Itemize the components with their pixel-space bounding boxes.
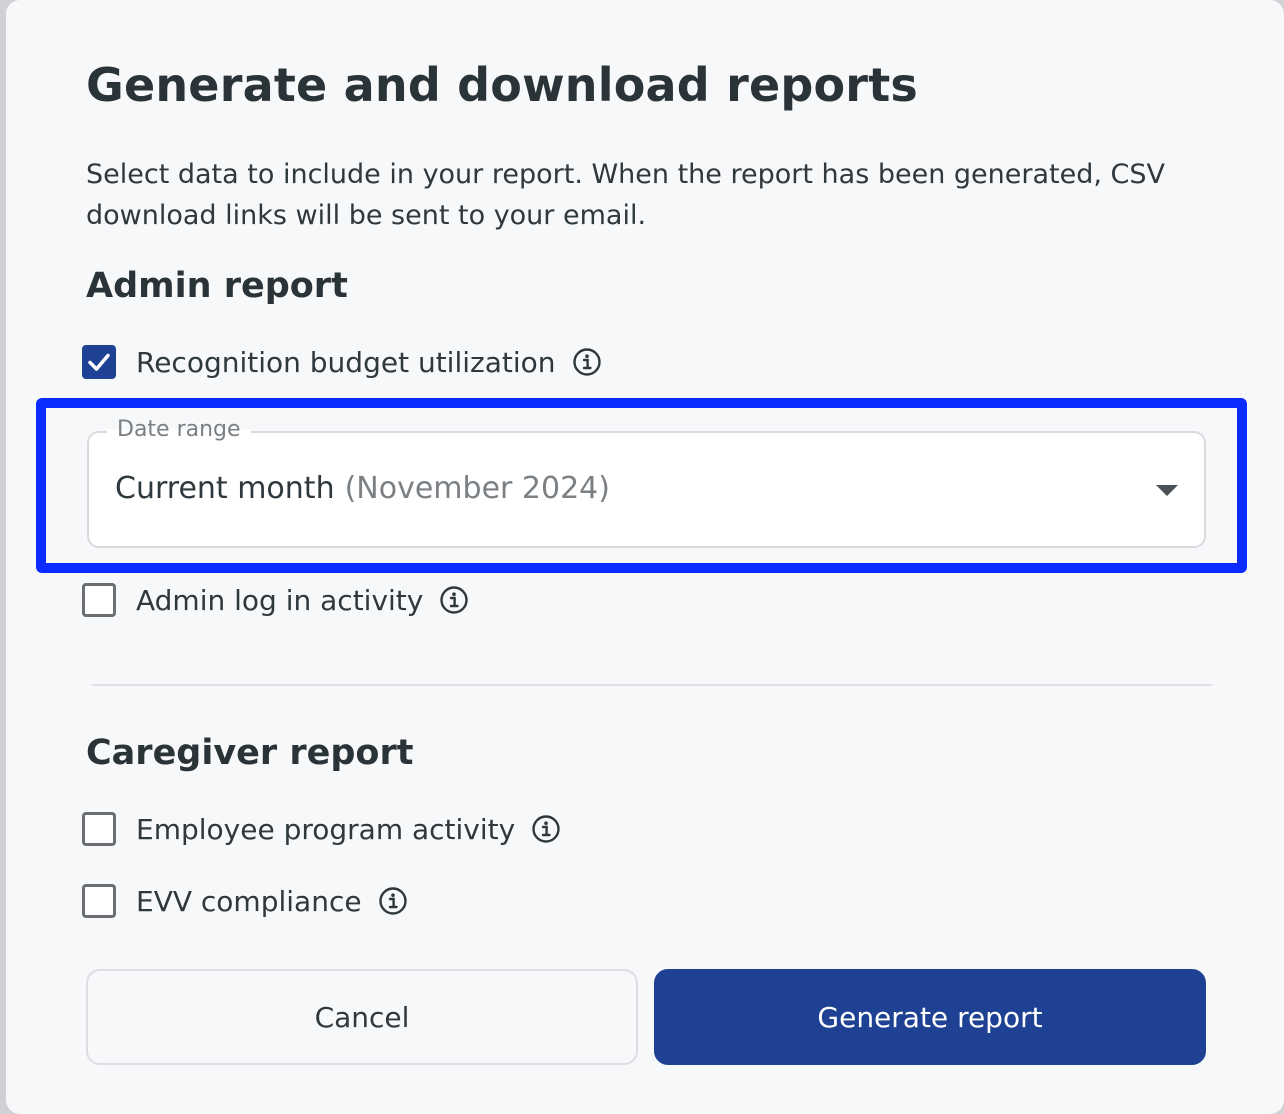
info-icon[interactable]: [439, 585, 469, 615]
date-range-selected: Current month: [115, 471, 335, 506]
employee-program-label: Employee program activity: [136, 812, 516, 846]
recognition-budget-checkbox[interactable]: [82, 345, 116, 379]
info-icon[interactable]: [378, 886, 408, 916]
recognition-budget-row: Recognition budget utilization: [82, 342, 602, 382]
info-icon[interactable]: [531, 814, 561, 844]
date-range-select[interactable]: Date range Current month (November 2024): [87, 417, 1206, 548]
evv-compliance-row: EVV compliance: [82, 881, 408, 921]
date-range-value: Current month (November 2024): [115, 471, 610, 506]
admin-login-checkbox[interactable]: [82, 583, 116, 617]
admin-login-label: Admin log in activity: [136, 583, 424, 617]
employee-program-checkbox[interactable]: [82, 812, 116, 846]
date-range-legend: Date range: [107, 417, 251, 442]
modal-description: Select data to include in your report. W…: [86, 159, 1165, 231]
evv-compliance-label: EVV compliance: [136, 884, 362, 918]
caregiver-report-heading: Caregiver report: [86, 733, 414, 773]
recognition-budget-label: Recognition budget utilization: [136, 345, 556, 379]
chevron-down-icon[interactable]: [1156, 485, 1178, 496]
modal-title: Generate and download reports: [86, 58, 918, 112]
cancel-button[interactable]: Cancel: [86, 969, 638, 1065]
admin-login-row: Admin log in activity: [82, 580, 469, 620]
evv-compliance-checkbox[interactable]: [82, 884, 116, 918]
employee-program-row: Employee program activity: [82, 809, 561, 849]
admin-report-heading: Admin report: [86, 266, 348, 306]
section-divider: [92, 684, 1212, 686]
checkmark-icon: [88, 353, 110, 371]
date-range-hint: (November 2024): [344, 471, 610, 506]
info-icon[interactable]: [572, 347, 602, 377]
generate-report-button[interactable]: Generate report: [654, 969, 1206, 1065]
